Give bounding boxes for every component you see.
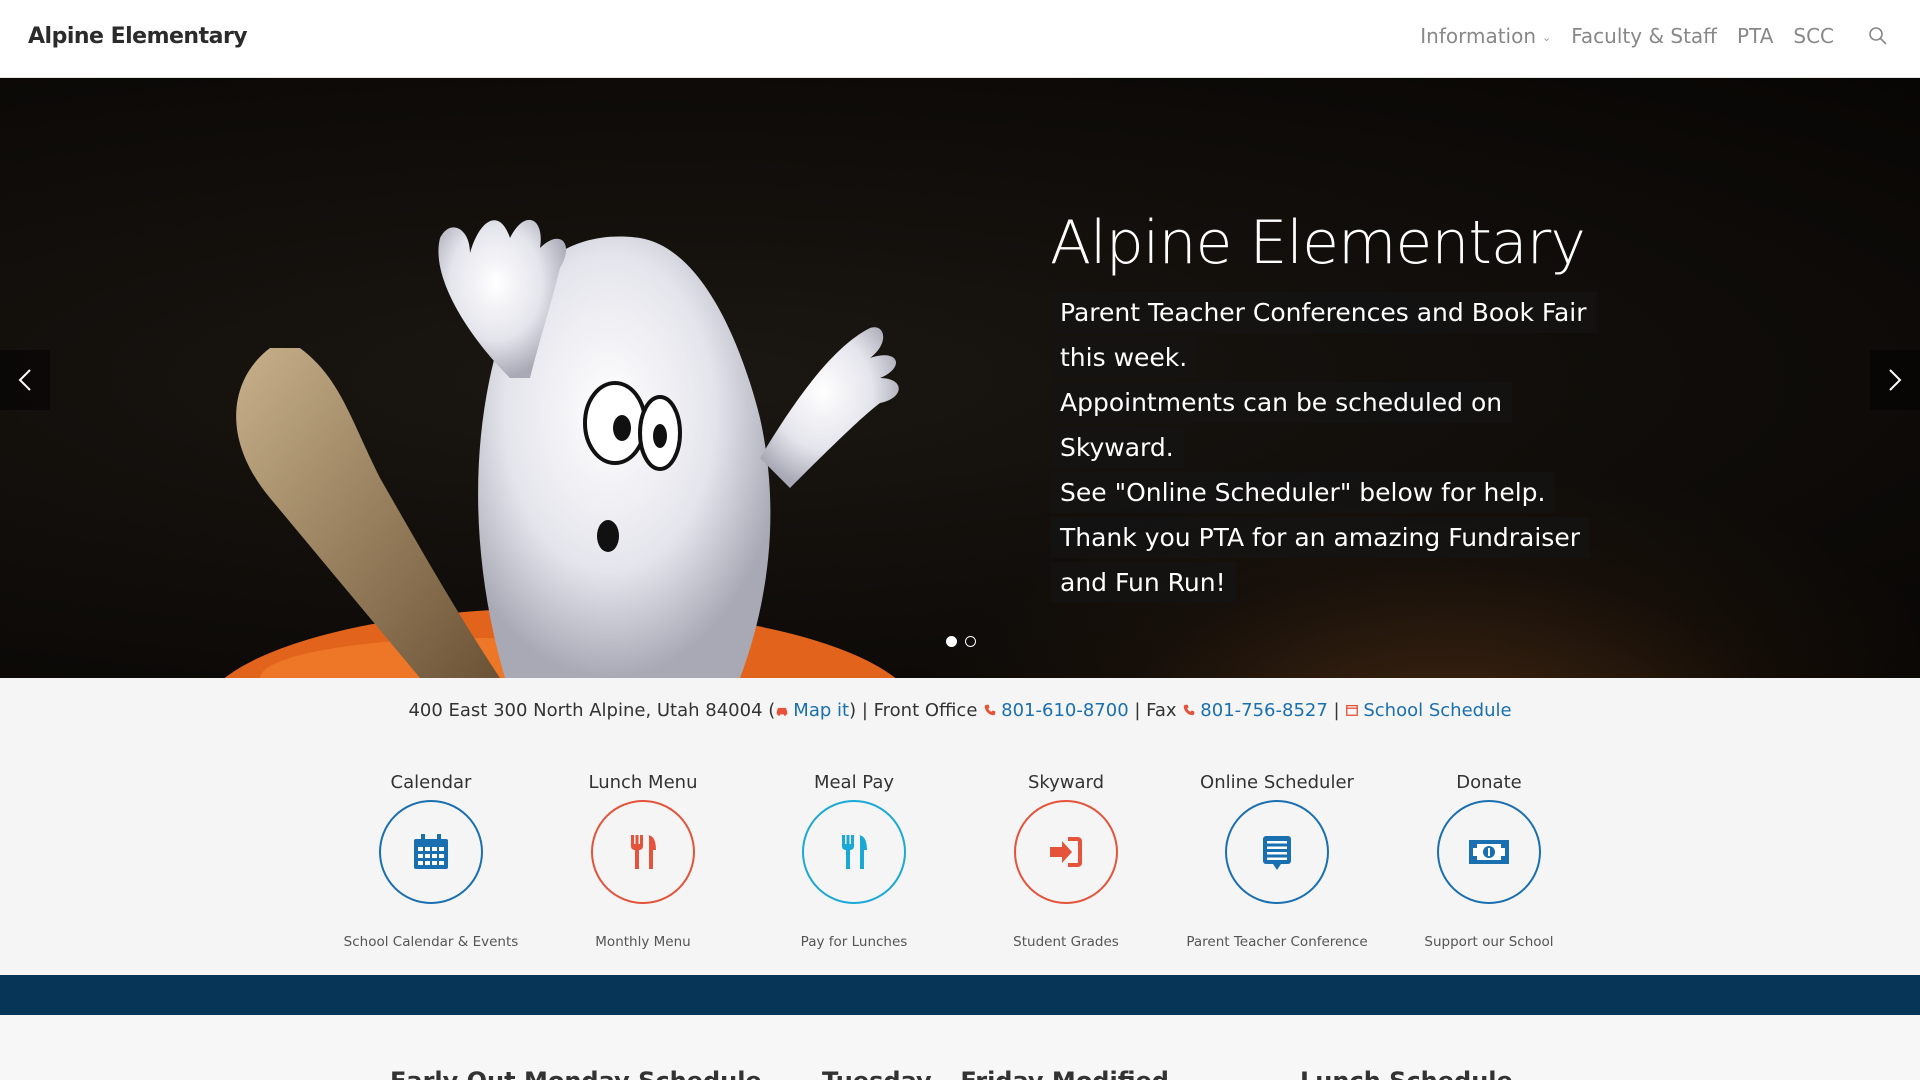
schedules-section: Early Out Monday Schedule Tuesday – Frid… (0, 1015, 1920, 1080)
quick-link-subtitle: Pay for Lunches (800, 934, 908, 950)
nav-information-label: Information (1420, 24, 1537, 48)
chevron-left-icon (18, 369, 31, 391)
phone-icon (984, 704, 996, 716)
schedule-heading: Early Out Monday Schedule (390, 1067, 762, 1080)
sign-in-icon (1050, 837, 1082, 867)
slider-prev-button[interactable] (0, 350, 50, 410)
calendar-icon (1346, 704, 1359, 716)
quick-link-online-scheduler[interactable]: Online Scheduler Parent Teacher Conferen… (1172, 772, 1382, 950)
schedule-heading: Tuesday – Friday Modified (822, 1067, 1169, 1080)
slider-next-button[interactable] (1870, 350, 1920, 410)
slider-dot-1[interactable] (946, 636, 957, 647)
chevron-down-icon: ⌄ (1542, 31, 1552, 44)
quick-link-title: Meal Pay (813, 772, 895, 793)
chevron-right-icon (1889, 369, 1902, 391)
list-icon (1263, 836, 1291, 870)
front-office-label: ) | Front Office (849, 700, 978, 721)
ghost-image (224, 219, 899, 678)
hero-title: Alpine Elementary (1050, 208, 1586, 278)
fax-label: | Fax (1134, 700, 1177, 721)
hero-line: Parent Teacher Conferences and Book Fair… (1050, 292, 1597, 378)
site-header: Alpine Elementary Information ⌄ Faculty … (0, 0, 1920, 78)
fax-link[interactable]: 801-756-8527 (1200, 700, 1328, 721)
calendar-icon (414, 834, 448, 869)
car-icon (777, 707, 788, 716)
hero-line: See "Online Scheduler" below for help. (1050, 472, 1556, 513)
search-icon[interactable] (1866, 24, 1890, 48)
phone-link[interactable]: 801-610-8700 (1001, 700, 1129, 721)
nav-scc[interactable]: SCC (1793, 24, 1834, 48)
quick-link-title: Skyward (1027, 772, 1105, 793)
quick-link-subtitle: Parent Teacher Conference (1186, 934, 1368, 950)
nav-pta[interactable]: PTA (1737, 24, 1773, 48)
quick-link-subtitle: Support our School (1424, 934, 1554, 950)
main-nav: Information ⌄ Faculty & Staff PTA SCC (1420, 24, 1890, 48)
contact-info: 400 East 300 North Alpine, Utah 84004 ( M… (0, 700, 1920, 721)
hero-line: Appointments can be scheduled on Skyward… (1050, 382, 1513, 468)
quick-link-circle[interactable] (1014, 800, 1118, 904)
quick-link-circle[interactable] (591, 800, 695, 904)
quick-link-title: Lunch Menu (588, 772, 698, 793)
hero-caption: Parent Teacher Conferences and Book Fair… (1050, 290, 1610, 605)
money-icon (1469, 840, 1509, 864)
separator: | (1333, 700, 1340, 721)
hero-line: Thank you PTA for an amazing Fundraiser … (1050, 517, 1590, 603)
quick-link-calendar[interactable]: Calendar School Calendar & Events (326, 772, 536, 950)
utensils-icon (842, 835, 867, 869)
phone-icon (1184, 704, 1195, 716)
nav-information[interactable]: Information ⌄ (1420, 24, 1551, 48)
nav-faculty-staff-label: Faculty & Staff (1571, 24, 1717, 48)
quick-link-skyward[interactable]: Skyward Student Grades (961, 772, 1171, 950)
slider-dot-2[interactable] (965, 636, 976, 647)
slider-dots (946, 636, 976, 647)
nav-pta-label: PTA (1736, 24, 1774, 48)
map-it-link[interactable]: Map it (793, 700, 849, 721)
address-text: 400 East 300 North Alpine, Utah 84004 ( (408, 700, 776, 721)
schedule-heading: Lunch Schedule (1300, 1067, 1513, 1080)
utensils-icon (631, 835, 656, 869)
quick-link-title: Donate (1456, 772, 1522, 793)
quick-link-title: Calendar (390, 772, 472, 793)
site-brand[interactable]: Alpine Elementary (28, 24, 248, 49)
quick-link-circle[interactable] (1437, 800, 1541, 904)
section-divider-band (0, 975, 1920, 1015)
quick-link-subtitle: Student Grades (1013, 934, 1119, 950)
quick-link-lunch-menu[interactable]: Lunch Menu Monthly Menu (538, 772, 748, 950)
quick-link-circle[interactable] (1225, 800, 1329, 904)
school-schedule-link[interactable]: School Schedule (1363, 700, 1511, 721)
quick-link-subtitle: School Calendar & Events (343, 934, 519, 950)
quick-link-meal-pay[interactable]: Meal Pay Pay for Lunches (749, 772, 959, 950)
quick-link-title: Online Scheduler (1200, 772, 1354, 793)
quick-link-circle[interactable] (379, 800, 483, 904)
hero-slider: Alpine Elementary Parent Teacher Confere… (0, 78, 1920, 678)
quick-link-donate[interactable]: Donate Support our School (1384, 772, 1594, 950)
nav-scc-label: SCC (1793, 24, 1834, 48)
quick-link-subtitle: Monthly Menu (595, 934, 691, 950)
nav-faculty-staff[interactable]: Faculty & Staff (1571, 24, 1717, 48)
quick-link-circle[interactable] (802, 800, 906, 904)
